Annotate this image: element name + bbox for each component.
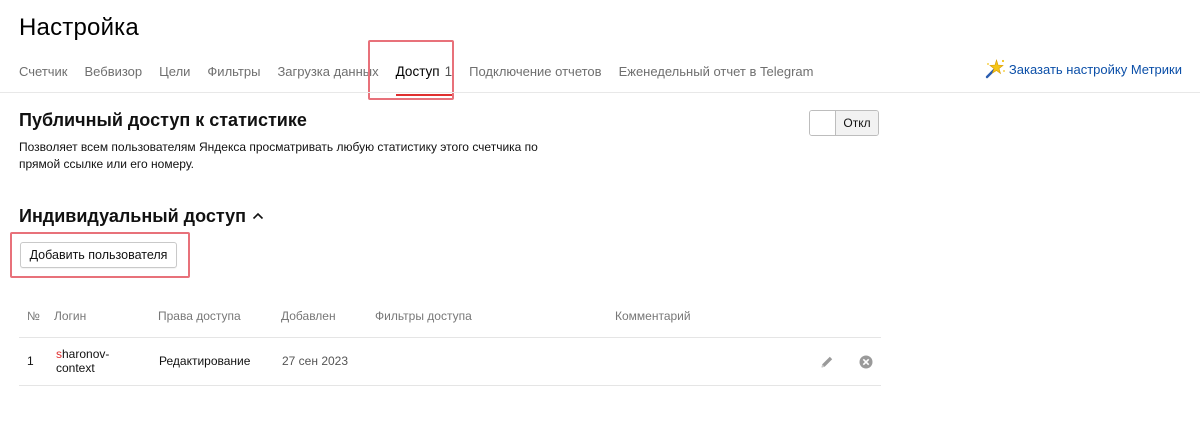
tab-webvisor[interactable]: Вебвизор: [85, 64, 143, 79]
col-comment: Комментарий: [615, 309, 691, 323]
col-filters: Фильтры доступа: [375, 309, 472, 323]
tab-counter[interactable]: Счетчик: [19, 64, 68, 79]
row-rights: Редактирование: [159, 354, 251, 368]
tab-goals[interactable]: Цели: [159, 64, 190, 79]
tab-access-label: Доступ: [395, 63, 440, 79]
add-user-button[interactable]: Добавить пользователя: [20, 242, 177, 268]
tab-filters[interactable]: Фильтры: [207, 64, 260, 79]
col-number: №: [27, 309, 40, 323]
row-added: 27 сен 2023: [282, 354, 349, 368]
order-setup-link[interactable]: Заказать настройку Метрики: [984, 58, 1182, 80]
tab-data-upload[interactable]: Загрузка данных: [277, 64, 378, 79]
close-circle-icon[interactable]: [858, 354, 874, 370]
magic-wand-icon: [985, 58, 1005, 79]
individual-access-header[interactable]: Индивидуальный доступ: [19, 206, 264, 227]
table-row: 1 sharonov-context Редактирование 27 сен…: [19, 338, 881, 386]
toggle-state-label: Откл: [836, 111, 878, 135]
tab-report-connection[interactable]: Подключение отчетов: [469, 64, 601, 79]
col-added: Добавлен: [281, 309, 336, 323]
tab-access-count: 1: [444, 63, 453, 79]
col-rights: Права доступа: [158, 309, 241, 323]
login-rest-line1: haronov-: [62, 347, 110, 361]
page-title: Настройка: [19, 14, 139, 41]
settings-tabs: Счетчик Вебвизор Цели Фильтры Загрузка д…: [19, 60, 830, 96]
col-login: Логин: [54, 309, 87, 323]
tab-telegram-report[interactable]: Еженедельный отчет в Telegram: [619, 64, 814, 79]
row-login: sharonov-context: [56, 347, 109, 375]
public-access-title: Публичный доступ к статистике: [19, 110, 307, 130]
chevron-up-icon: [252, 212, 264, 220]
table-header: № Логин Права доступа Добавлен Фильтры д…: [19, 300, 881, 338]
header-divider: [0, 92, 1200, 93]
access-table: № Логин Права доступа Добавлен Фильтры д…: [19, 300, 881, 386]
public-access-toggle[interactable]: Откл: [809, 110, 879, 136]
login-line2: context: [56, 361, 95, 375]
pencil-icon[interactable]: [819, 354, 835, 370]
toggle-knob: [810, 111, 836, 135]
row-number: 1: [27, 354, 34, 368]
tab-access[interactable]: Доступ 1: [395, 63, 455, 96]
order-setup-label: Заказать настройку Метрики: [1008, 61, 1182, 77]
individual-access-title: Индивидуальный доступ: [19, 206, 247, 226]
public-access-description: Позволяет всем пользователям Яндекса про…: [19, 140, 538, 171]
